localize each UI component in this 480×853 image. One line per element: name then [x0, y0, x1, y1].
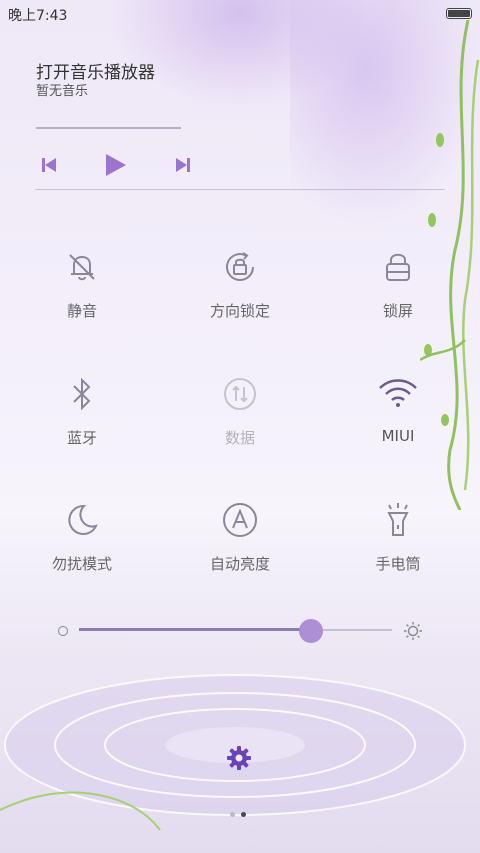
- lock-icon: [376, 245, 420, 289]
- brightness-max-icon: [404, 622, 422, 640]
- page-dot-2: [241, 812, 246, 817]
- music-divider: [35, 189, 445, 190]
- toggle-do-not-disturb[interactable]: 勿扰模式: [22, 498, 142, 574]
- toggle-do-not-disturb-label: 勿扰模式: [51, 555, 112, 573]
- rotation-lock-icon: [218, 245, 262, 289]
- mute-bell-icon: [60, 245, 104, 289]
- bluetooth-icon: [60, 372, 104, 416]
- mobile-data-icon: [218, 372, 262, 416]
- wifi-icon: [376, 372, 420, 416]
- music-subtitle: 暂无音乐: [36, 84, 89, 99]
- toggle-flashlight[interactable]: 手电筒: [338, 498, 458, 574]
- flashlight-icon: [376, 498, 420, 542]
- toggle-auto-brightness[interactable]: 自动亮度: [180, 498, 300, 574]
- play-icon: [106, 154, 126, 176]
- skip-next-icon: [176, 158, 190, 172]
- next-track-button[interactable]: [168, 150, 198, 180]
- toggle-flashlight-label: 手电筒: [375, 555, 421, 573]
- status-time: 晚上7:43: [8, 8, 68, 24]
- brightness-slider-fill: [79, 628, 311, 631]
- settings-gear-icon[interactable]: [226, 745, 252, 771]
- brightness-slider-thumb[interactable]: [298, 619, 323, 643]
- brightness-min-icon: [58, 626, 68, 636]
- moon-icon: [60, 498, 104, 542]
- skip-previous-icon: [42, 158, 56, 172]
- toggle-lock-screen[interactable]: 锁屏: [338, 245, 458, 321]
- toggle-rotation-lock-label: 方向锁定: [209, 302, 270, 320]
- toggle-mobile-data-label: 数据: [224, 429, 255, 447]
- toggle-bluetooth[interactable]: 蓝牙: [22, 372, 142, 448]
- toggle-wifi-label: MIUI: [381, 427, 415, 445]
- toggle-auto-brightness-label: 自动亮度: [209, 555, 270, 573]
- previous-track-button[interactable]: [34, 150, 64, 180]
- toggle-lock-screen-label: 锁屏: [382, 302, 413, 320]
- page-dot-1: [230, 812, 235, 817]
- page-indicator: [230, 812, 246, 817]
- toggle-mobile-data[interactable]: 数据: [180, 372, 300, 448]
- toggle-mute[interactable]: 静音: [22, 245, 142, 321]
- toggle-wifi[interactable]: MIUI: [338, 372, 458, 445]
- play-button[interactable]: [100, 150, 130, 180]
- auto-brightness-icon: [218, 498, 262, 542]
- toggle-mute-label: 静音: [66, 302, 97, 320]
- battery-icon: [446, 8, 472, 19]
- toggle-bluetooth-label: 蓝牙: [66, 429, 97, 447]
- music-progress-bar: [36, 127, 181, 129]
- toggle-rotation-lock[interactable]: 方向锁定: [180, 245, 300, 321]
